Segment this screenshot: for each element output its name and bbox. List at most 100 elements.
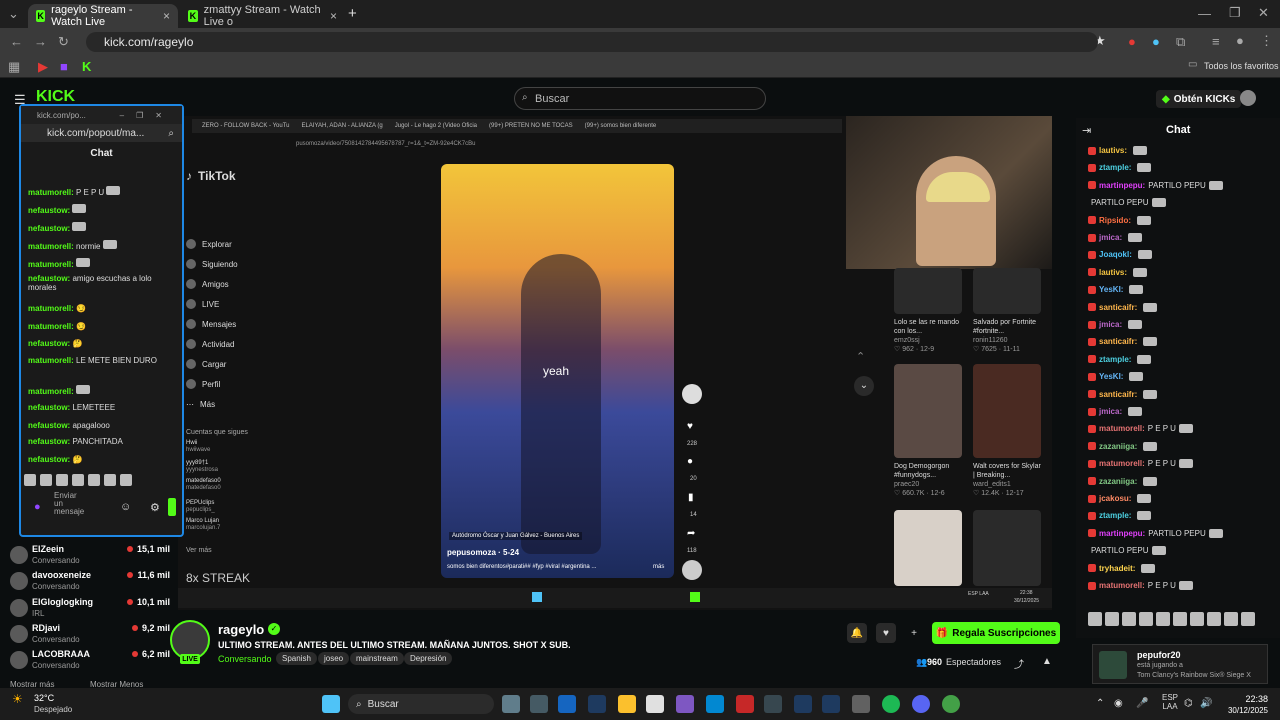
steam-icon[interactable] (794, 695, 812, 713)
youtube-bookmark-icon[interactable]: ▶ (38, 59, 48, 75)
emote[interactable] (40, 474, 52, 486)
window-close-icon[interactable]: ✕ (1258, 5, 1269, 21)
file-explorer-icon[interactable] (618, 695, 636, 713)
volume-icon[interactable]: 🔊 (1200, 698, 1212, 709)
emote[interactable] (1156, 612, 1170, 626)
chat-user[interactable]: jmica: (1099, 407, 1122, 416)
extensions-puzzle-icon[interactable]: ⧉ (1176, 34, 1185, 50)
search-input[interactable]: ⌕ Buscar (514, 87, 766, 110)
chat-user[interactable]: zazaniiga: (1099, 477, 1137, 486)
reading-list-icon[interactable]: ≡ (1212, 34, 1220, 49)
reload-icon[interactable]: ↻ (58, 34, 69, 50)
report-icon[interactable]: ▲ (1042, 656, 1052, 667)
edge-icon[interactable] (706, 695, 724, 713)
get-kicks-button[interactable]: ◆ Obtén KICKs (1156, 90, 1242, 108)
chat-user[interactable]: jmica: (1099, 233, 1122, 242)
emote[interactable] (1224, 612, 1238, 626)
window-controls[interactable]: –❐✕ (120, 111, 174, 120)
settings-gear-icon[interactable]: ⚙ (150, 501, 160, 514)
emote-row[interactable] (24, 474, 159, 490)
app-icon[interactable] (646, 695, 664, 713)
share-icon[interactable]: ⤴ (1014, 656, 1024, 671)
app-icon[interactable] (736, 695, 754, 713)
tag[interactable]: joseo (318, 652, 350, 665)
emote[interactable] (120, 474, 132, 486)
start-icon[interactable] (322, 695, 340, 713)
new-tab-icon[interactable]: + (348, 5, 357, 22)
extension-icon[interactable]: ● (1128, 34, 1136, 49)
tag[interactable]: Depresión (404, 652, 453, 665)
clock-time[interactable]: 22:38 (1222, 694, 1268, 704)
chat-user[interactable]: jmica: (1099, 320, 1122, 329)
mic-icon[interactable]: 🎤 (1136, 698, 1148, 709)
close-icon[interactable]: × (163, 9, 170, 23)
tab-search-icon[interactable]: ⌄ (8, 6, 19, 22)
send-button[interactable] (168, 498, 176, 516)
emote[interactable] (1173, 612, 1187, 626)
chat-user[interactable]: ztample: (1099, 511, 1131, 520)
taskbar-search[interactable]: ⌕ Buscar (348, 694, 494, 714)
apps-grid-icon[interactable]: ▦ (8, 59, 20, 75)
tab-rageylo[interactable]: K rageylo Stream - Watch Live × (28, 4, 178, 28)
spotify-icon[interactable] (882, 695, 900, 713)
steam-icon[interactable] (588, 695, 606, 713)
channel-item[interactable]: LACOBRAAA Conversando 6,2 mil (10, 649, 170, 675)
twitch-bookmark-icon[interactable]: ■ (60, 59, 68, 74)
forward-icon[interactable]: → (34, 34, 47, 49)
channel-item[interactable]: RDjavi Conversando 9,2 mil (10, 623, 170, 649)
emote[interactable] (104, 474, 116, 486)
discord-icon[interactable] (912, 695, 930, 713)
chat-user[interactable]: lautivs: (1099, 268, 1127, 277)
chat-user[interactable]: YesKI: (1099, 372, 1123, 381)
tag[interactable]: Spanish (276, 652, 317, 665)
chat-user[interactable]: matumorell: (1099, 424, 1145, 433)
tab-zmattyy[interactable]: K zmattyy Stream - Watch Live o × (180, 4, 345, 28)
chat-user[interactable]: YesKI: (1099, 285, 1123, 294)
game-notification[interactable]: pepufor20 está jugando a Tom Clancy's Ra… (1092, 644, 1268, 684)
maximize-icon[interactable]: ❐ (1229, 5, 1241, 21)
collapse-chat-icon[interactable]: ⇥ (1082, 124, 1091, 137)
user-avatar[interactable] (1240, 90, 1256, 106)
outlook-icon[interactable] (558, 695, 576, 713)
emote[interactable] (24, 474, 36, 486)
tray-lang[interactable]: ESP LAA (1160, 693, 1180, 711)
emote[interactable] (1241, 612, 1255, 626)
chat-user[interactable]: matumorell: (1099, 581, 1145, 590)
clock-date[interactable]: 30/12/2025 (1214, 706, 1268, 715)
emote[interactable] (1139, 612, 1153, 626)
chat-user[interactable]: Joaqokl: (1099, 250, 1132, 259)
channel-item[interactable]: ElGloglogking IRL 10,1 mil (10, 597, 170, 623)
emote[interactable] (1207, 612, 1221, 626)
task-view-icon[interactable] (502, 695, 520, 713)
follow-heart-button[interactable]: ♥ (876, 623, 896, 643)
stream-category[interactable]: Conversando (218, 654, 272, 664)
extension-icon[interactable]: ● (1152, 34, 1160, 49)
menu-icon[interactable]: ⋮ (1260, 33, 1273, 49)
emote[interactable] (1122, 612, 1136, 626)
chat-user[interactable]: martinpepu: (1099, 529, 1145, 538)
emote[interactable] (88, 474, 100, 486)
gift-plus-button[interactable]: + (904, 623, 924, 643)
chat-user[interactable]: santicaifr: (1099, 337, 1137, 346)
settings-icon[interactable] (852, 695, 870, 713)
channel-item[interactable]: ElZeein Conversando 15,1 mil (10, 544, 170, 570)
search-icon[interactable]: ⌕ (168, 128, 174, 139)
profile-icon[interactable]: ● (1236, 33, 1244, 48)
streamer-name[interactable]: rageylo (218, 622, 264, 637)
emote-bar[interactable] (1088, 612, 1272, 628)
emoji-picker-icon[interactable]: ☺ (120, 501, 131, 513)
close-icon[interactable]: × (330, 9, 337, 23)
chat-user[interactable]: santicaifr: (1099, 303, 1137, 312)
chat-user[interactable]: ztample: (1099, 355, 1131, 364)
back-icon[interactable]: ← (10, 34, 23, 49)
chat-user[interactable]: tryhadeit: (1099, 564, 1135, 573)
channel-item[interactable]: davooxeneize Conversando 11,6 mil (10, 570, 170, 596)
popout-chat-window[interactable]: kick.com/po... –❐✕ kick.com/popout/ma...… (19, 104, 184, 537)
gift-subs-button[interactable]: 🎁 Regala Suscripciones (932, 622, 1060, 644)
kick-bookmark-icon[interactable]: K (82, 59, 91, 74)
chat-user[interactable]: Ripsido: (1099, 216, 1131, 225)
chat-user[interactable]: martinpepu: (1099, 181, 1145, 190)
tag[interactable]: mainstream (350, 652, 404, 665)
copilot-icon[interactable] (676, 695, 694, 713)
chat-user[interactable]: matumorell: (1099, 459, 1145, 468)
